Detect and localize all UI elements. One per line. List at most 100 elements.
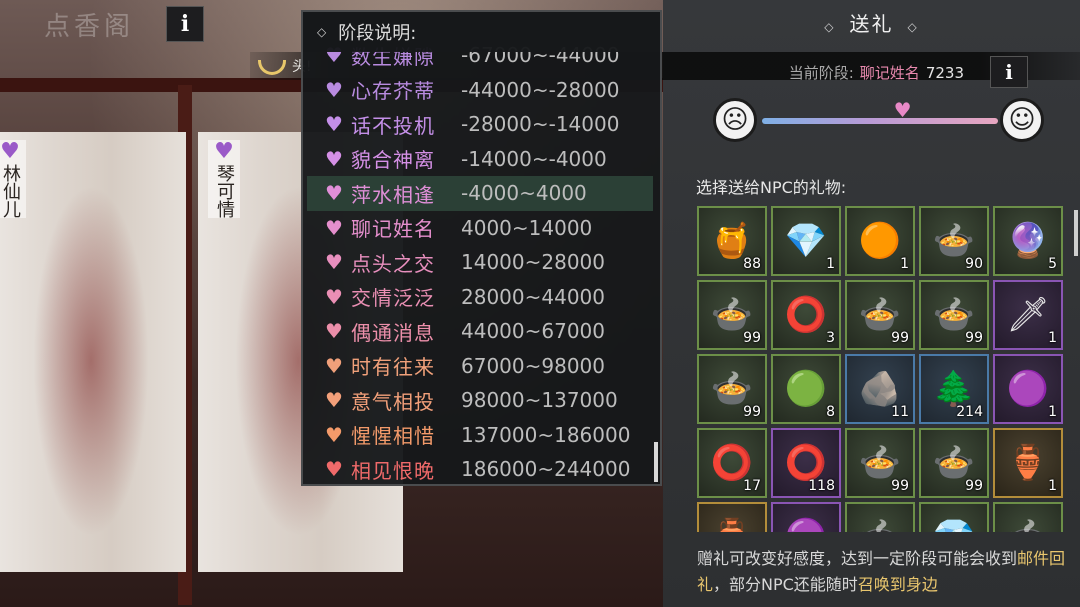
heart-icon: ♥: [325, 353, 343, 378]
gift-slot[interactable]: ⭕ 17: [697, 428, 767, 498]
stage-row: ♥ 偶通消息 44000~67000: [307, 314, 653, 349]
stage-range: 67000~98000: [461, 353, 606, 378]
rock-icon: 🪨: [858, 369, 902, 409]
gift-count: 1: [826, 256, 835, 272]
stage-range: 186000~244000: [461, 457, 631, 482]
gift-slot[interactable]: 🍲: [993, 502, 1063, 532]
note-text: 赠礼可改变好感度，达到一定阶段可能会收到: [697, 549, 1018, 568]
berry-bowl-icon: 🍲: [710, 295, 754, 335]
stage-description-popup: ♥ 数生嫌隙 -67000~-44000 ♥ 心存芥蒂 -44000~-28000 ♥ 话不投…: [301, 10, 662, 486]
gift-scrollbar[interactable]: [1074, 210, 1078, 256]
stage-row: ♥ 心存芥蒂 -44000~-28000: [307, 73, 653, 108]
stage-row: ♥ 相见恨晚 186000~244000: [307, 452, 653, 484]
panel-title: ◇ 送礼 ◇: [663, 8, 1080, 37]
curtain-left: [0, 132, 186, 572]
gift-slot[interactable]: 🔮 5: [993, 206, 1063, 276]
heart-icon: ♥: [0, 139, 20, 164]
gift-slot[interactable]: 🍲 99: [845, 280, 915, 350]
npc-tag-name: 琴可情: [214, 164, 235, 218]
heart-icon: ♥: [214, 139, 234, 164]
gift-count: 1: [1048, 330, 1057, 346]
heart-icon: ♥: [325, 181, 343, 206]
stage-row: ♥ 话不投机 -28000~-14000: [307, 107, 653, 142]
gift-count: 99: [891, 478, 909, 494]
heart-icon: ♥: [325, 457, 343, 482]
berry-bowl-icon: 🍲: [932, 295, 976, 335]
coin-jar-icon: 🍯: [710, 221, 754, 261]
affinity-bar: [762, 118, 998, 124]
gift-slot[interactable]: ⭕ 118: [771, 428, 841, 498]
gift-slot[interactable]: 🟠 1: [845, 206, 915, 276]
gold-orb-icon: 🔮: [1006, 221, 1050, 261]
bonsai-icon: 🌲: [932, 369, 976, 409]
stage-name: 意气相投: [351, 389, 435, 414]
stage-range: -4000~4000: [461, 181, 587, 206]
gift-slot[interactable]: 🍲 99: [919, 280, 989, 350]
gift-slot[interactable]: 🌲 214: [919, 354, 989, 424]
stage-row: ♥ 貌合神离 -14000~-4000: [307, 142, 653, 177]
jade-pendant-icon: 🗡: [1006, 295, 1050, 335]
stage-name: 偶通消息: [351, 320, 435, 345]
gift-slot[interactable]: 🍲 99: [697, 354, 767, 424]
stage-name: 交情泛泛: [351, 286, 435, 311]
heart-icon: ♥: [325, 250, 343, 275]
jade-ring-icon: ⭕: [784, 295, 828, 335]
gift-slot[interactable]: 💎: [919, 502, 989, 532]
gift-slot[interactable]: 🍲 99: [697, 280, 767, 350]
npc-tag-lin-xianer[interactable]: ♥ 林仙儿: [0, 140, 26, 218]
gift-slot[interactable]: 🟣: [771, 502, 841, 532]
red-crystal-icon: 💎: [933, 520, 975, 532]
npc-tag-qin-keqing[interactable]: ♥ 琴可情: [208, 140, 240, 218]
stage-range: 28000~44000: [461, 284, 606, 309]
stage-range: -28000~-14000: [461, 112, 620, 137]
gift-slot[interactable]: 🟣 1: [993, 354, 1063, 424]
blue-crystal-icon: 💎: [784, 221, 828, 261]
stage-name: 萍水相逢: [351, 182, 435, 207]
stage-name: 聊记姓名: [351, 217, 435, 242]
affinity-marker-heart-icon: ♥: [893, 98, 912, 122]
stage-row: ♥ 点头之交 14000~28000: [307, 245, 653, 280]
gift-slot[interactable]: 🍲: [845, 502, 915, 532]
berry-bowl-icon: 🍲: [1007, 520, 1049, 532]
stage-name: 相见恨晚: [351, 458, 435, 483]
gift-slot[interactable]: 🍲 99: [919, 428, 989, 498]
gift-slot[interactable]: 🏺 1: [993, 428, 1063, 498]
gift-slot[interactable]: 🏺: [697, 502, 767, 532]
gift-count: 118: [808, 478, 835, 494]
gift-slot[interactable]: 🪨 11: [845, 354, 915, 424]
current-stage-points: 7233: [925, 63, 964, 82]
happy-face-icon: ☺: [1000, 98, 1044, 142]
popup-scrollbar[interactable]: [654, 442, 658, 482]
current-stage: 当前阶段: 聊记姓名 7233: [789, 62, 964, 83]
gift-slot[interactable]: 🍯 88: [697, 206, 767, 276]
sad-face-icon: ☹: [713, 98, 757, 142]
gift-count: 1: [900, 256, 909, 272]
gift-slot[interactable]: 🍲 99: [845, 428, 915, 498]
gift-slot[interactable]: 🗡 1: [993, 280, 1063, 350]
location-title: 点香阁: [44, 12, 135, 42]
gift-slot[interactable]: 🍲 90: [919, 206, 989, 276]
green-jade-ring-icon: 🟢: [784, 369, 828, 409]
stage-info-button[interactable]: i: [990, 56, 1028, 88]
stage-range: 4000~14000: [461, 215, 593, 240]
diamond-icon: ◇: [824, 20, 836, 34]
jade-ring-icon: ⭕: [710, 443, 754, 483]
heart-icon: ♥: [325, 388, 343, 413]
stage-range: 44000~67000: [461, 319, 606, 344]
incense-burner-icon: 🏺: [1006, 443, 1050, 483]
gift-count: 99: [965, 478, 983, 494]
gift-slot[interactable]: ⭕ 3: [771, 280, 841, 350]
gift-count: 88: [743, 256, 761, 272]
gift-select-label: 选择送给NPC的礼物:: [696, 178, 847, 197]
heart-icon: ♥: [325, 319, 343, 344]
gift-count: 3: [826, 330, 835, 346]
berry-bowl-icon: 🍲: [858, 443, 902, 483]
stage-name: 心存芥蒂: [351, 79, 435, 104]
berry-bowl-icon: 🍲: [710, 369, 754, 409]
gift-slot[interactable]: 💎 1: [771, 206, 841, 276]
gift-count: 5: [1048, 256, 1057, 272]
current-stage-value: 聊记姓名: [859, 64, 920, 82]
scene-info-button[interactable]: i: [166, 6, 204, 42]
stage-row: ♥ 意气相投 98000~137000: [307, 383, 653, 418]
gift-slot[interactable]: 🟢 8: [771, 354, 841, 424]
